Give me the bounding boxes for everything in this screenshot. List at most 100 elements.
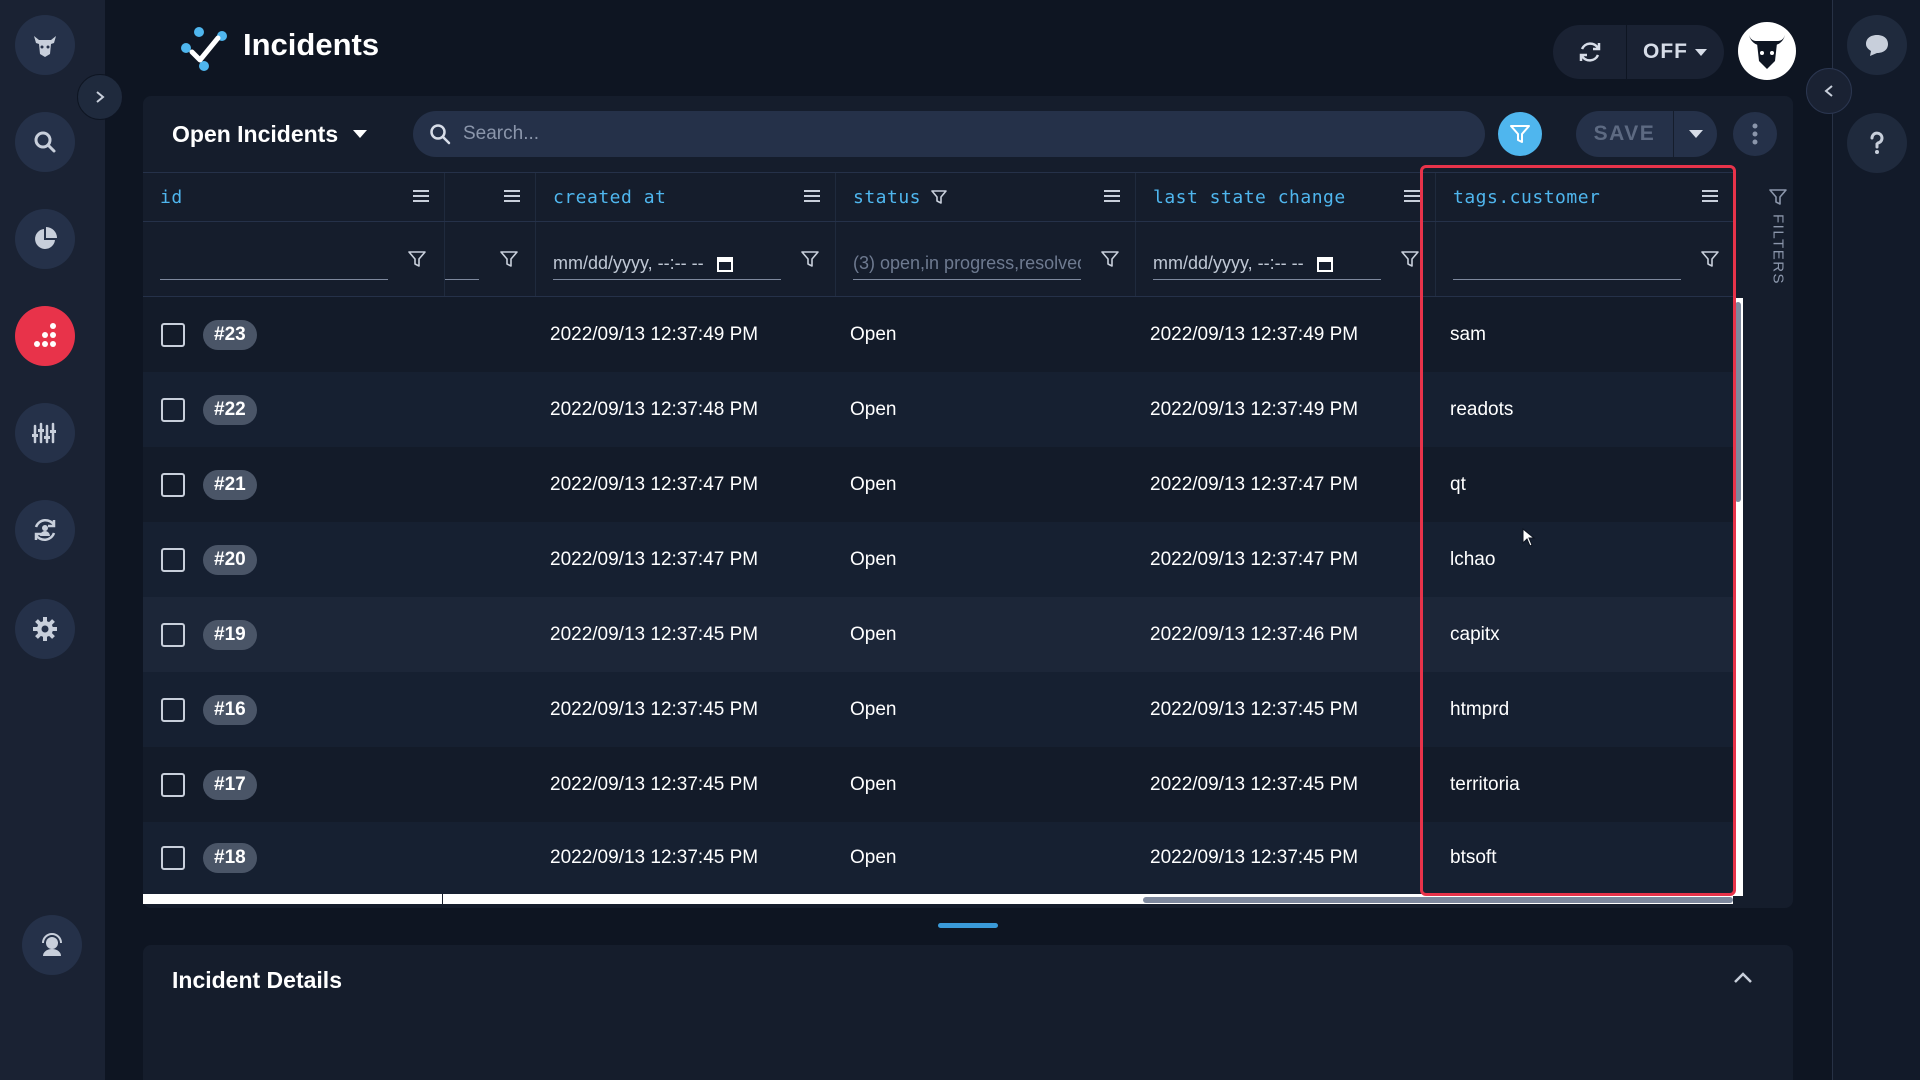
row-checkbox[interactable] [161,622,185,647]
filter-icon[interactable] [1101,250,1119,268]
column-menu-icon[interactable] [412,188,430,204]
row-checkbox[interactable] [161,547,185,572]
table-row[interactable]: #21 2022/09/13 12:37:47 PM Open 2022/09/… [143,447,1733,522]
filter-cell-blank [445,222,536,296]
filter-cell-tags-customer [1436,222,1733,296]
column-header-status[interactable]: status [836,173,1136,221]
filter-created-at-input[interactable]: mm/dd/yyyy, --:-- -- [553,248,781,280]
cell-created-at: 2022/09/13 12:37:45 PM [550,773,759,795]
chat-button[interactable] [1847,15,1907,75]
incident-id-badge[interactable]: #20 [203,544,257,575]
column-menu-icon[interactable] [1403,188,1421,204]
mouse-cursor-icon [1522,528,1536,547]
nav-settings-button[interactable] [15,599,75,659]
filter-icon[interactable] [408,250,426,268]
expand-sidebar-button[interactable] [77,74,123,120]
page-title: Incidents [243,27,380,62]
save-options-button[interactable] [1674,129,1717,139]
row-checkbox[interactable] [161,472,185,497]
horizontal-scrollbar-divider [442,894,443,904]
nav-controls-button[interactable] [15,403,75,463]
table-row[interactable]: #20 2022/09/13 12:37:47 PM Open 2022/09/… [143,522,1733,597]
column-menu-icon[interactable] [803,188,821,204]
filters-side-tab[interactable]: FILTERS [1763,172,1793,302]
column-header-id[interactable]: id [143,173,445,221]
filter-icon [1769,189,1787,205]
nav-dashboard-button[interactable] [15,209,75,269]
right-rail [1832,0,1920,1080]
calendar-icon[interactable] [716,255,734,273]
table-row[interactable]: #18 2022/09/13 12:37:45 PM Open 2022/09/… [143,822,1733,894]
row-checkbox[interactable] [161,846,185,870]
filter-icon[interactable] [1401,250,1419,268]
column-menu-icon[interactable] [1103,188,1121,204]
more-options-button[interactable] [1733,112,1777,156]
help-button[interactable] [1847,113,1907,173]
row-checkbox[interactable] [161,322,185,347]
row-checkbox[interactable] [161,772,185,797]
support-icon [42,933,62,956]
row-checkbox[interactable] [161,397,185,422]
filter-blank-input[interactable] [445,248,479,280]
incident-id-badge[interactable]: #16 [203,694,257,725]
sync-icon [34,518,56,542]
filter-cell-last-state-change: mm/dd/yyyy, --:-- -- [1136,222,1436,296]
table-row[interactable]: #16 2022/09/13 12:37:45 PM Open 2022/09/… [143,672,1733,747]
nav-logo-button[interactable] [15,15,75,75]
cell-tags-customer: sam [1450,323,1486,345]
cell-last-state-change: 2022/09/13 12:37:45 PM [1150,698,1359,720]
table-row[interactable]: #19 2022/09/13 12:37:45 PM Open 2022/09/… [143,597,1733,672]
panel-resize-handle[interactable] [938,923,998,928]
search-icon [34,131,56,153]
incident-id-badge[interactable]: #19 [203,619,257,650]
column-menu-icon[interactable] [503,188,521,204]
filter-status-input[interactable]: (3) open,in progress,resolved [853,248,1081,280]
auto-refresh-dropdown[interactable]: OFF [1627,40,1724,64]
header-controls: OFF [1553,25,1724,79]
nav-incidents-button[interactable] [15,306,75,366]
filter-id-input[interactable] [160,248,388,280]
cell-last-state-change: 2022/09/13 12:37:45 PM [1150,847,1359,868]
user-avatar[interactable] [1738,22,1796,80]
cell-last-state-change: 2022/09/13 12:37:45 PM [1150,773,1359,795]
controls-icon [32,422,56,444]
filter-icon[interactable] [1701,250,1719,268]
nav-sync-button[interactable] [15,500,75,560]
horizontal-scrollbar-thumb[interactable] [1143,897,1733,903]
filter-last-state-change-input[interactable]: mm/dd/yyyy, --:-- -- [1153,248,1381,280]
row-checkbox[interactable] [161,697,185,722]
search-input[interactable] [463,123,1443,145]
vertical-scrollbar-thumb[interactable] [1735,302,1741,502]
view-selector[interactable]: Open Incidents [172,116,368,152]
incident-id-badge[interactable]: #22 [203,394,257,425]
column-header-last-state-change-label: last state change [1153,186,1346,208]
filter-icon[interactable] [801,250,819,268]
table-row[interactable]: #22 2022/09/13 12:37:48 PM Open 2022/09/… [143,372,1733,447]
caret-down-icon [1688,130,1703,138]
chevron-up-icon[interactable] [1733,971,1753,985]
logo-icon [34,36,56,57]
left-sidebar [0,0,105,1080]
incident-id-badge[interactable]: #18 [203,843,257,873]
column-header-last-state-change[interactable]: last state change [1136,173,1436,221]
cell-tags-customer: lchao [1450,548,1496,570]
save-button[interactable]: SAVE [1576,111,1674,157]
nav-search-button[interactable] [15,112,75,172]
column-header-blank[interactable] [445,173,536,221]
incident-id-badge[interactable]: #21 [203,469,257,500]
table-row[interactable]: #23 2022/09/13 12:37:49 PM Open 2022/09/… [143,297,1733,372]
cell-status: Open [850,323,897,345]
filter-toggle-button[interactable] [1498,112,1542,156]
incident-id-badge[interactable]: #17 [203,769,257,800]
incident-id-badge[interactable]: #23 [203,319,257,350]
refresh-button[interactable] [1553,25,1627,79]
column-header-created-at[interactable]: created at [536,173,836,221]
collapse-rail-button[interactable] [1806,68,1852,114]
nav-support-button[interactable] [22,915,82,975]
calendar-icon[interactable] [1316,255,1334,273]
table-row[interactable]: #17 2022/09/13 12:37:45 PM Open 2022/09/… [143,747,1733,822]
column-header-tags-customer[interactable]: tags.customer [1436,173,1733,221]
filter-tags-customer-input[interactable] [1453,248,1681,280]
filter-icon[interactable] [500,250,518,268]
column-menu-icon[interactable] [1701,188,1719,204]
